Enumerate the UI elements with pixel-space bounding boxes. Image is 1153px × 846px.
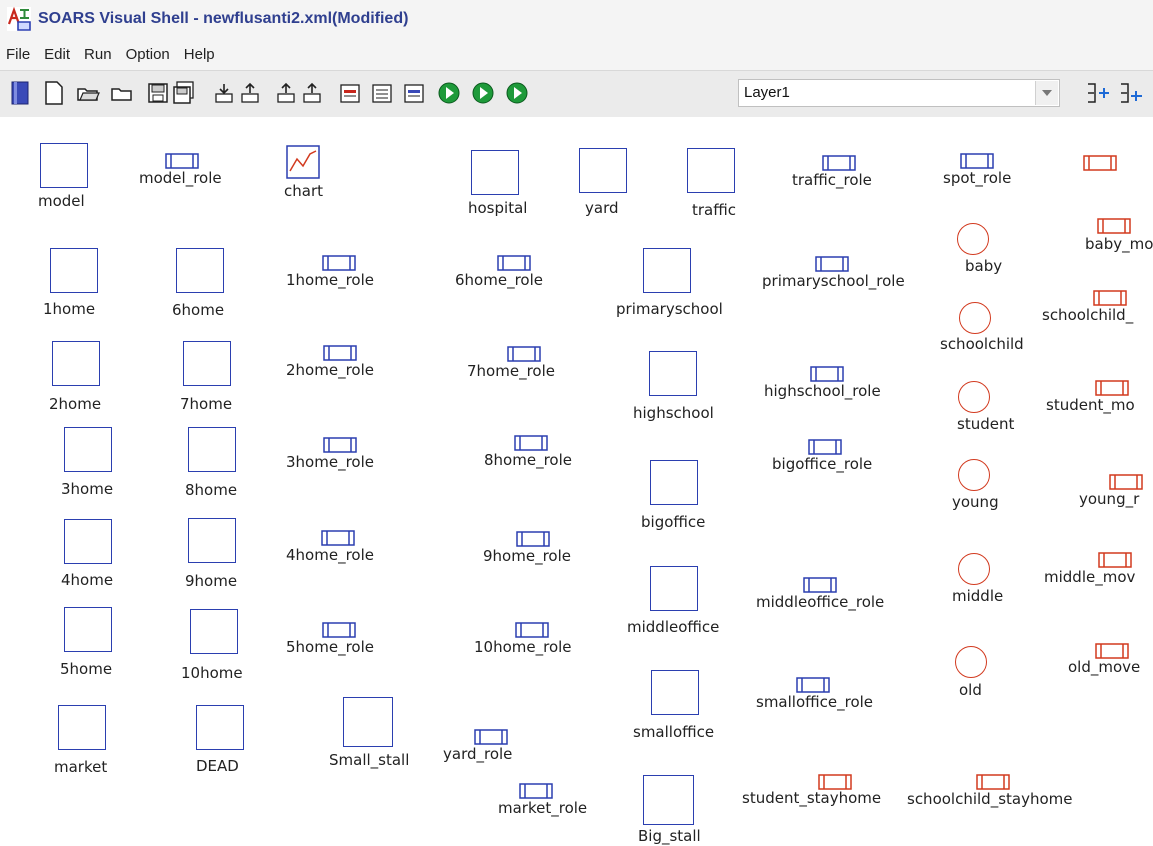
spot-icon <box>643 248 691 293</box>
role-icon <box>322 255 356 271</box>
role-icon <box>803 577 837 593</box>
role-icon <box>474 729 508 745</box>
agent-icon <box>959 302 991 334</box>
spot-icon <box>687 148 735 193</box>
spot-icon <box>343 697 393 747</box>
run-icon[interactable] <box>433 77 465 109</box>
spot-icon <box>64 607 112 652</box>
book-icon[interactable] <box>4 77 36 109</box>
role-icon <box>514 435 548 451</box>
agent-role-icon <box>818 774 852 790</box>
menu-option[interactable]: Option <box>124 46 172 63</box>
menu-run[interactable]: Run <box>82 46 114 63</box>
role-icon <box>165 153 199 169</box>
spot-icon <box>58 705 106 750</box>
agent-role-icon <box>1093 290 1127 306</box>
spot-icon <box>64 519 112 564</box>
spot-icon <box>50 248 98 293</box>
agent-role-icon <box>976 774 1010 790</box>
role-icon <box>808 439 842 455</box>
calendar-2-icon[interactable] <box>398 77 430 109</box>
menu-help[interactable]: Help <box>182 46 217 63</box>
run-2-icon[interactable] <box>467 77 499 109</box>
calendar-icon[interactable] <box>334 77 366 109</box>
role-icon <box>810 366 844 382</box>
layer-insert-icon[interactable] <box>1115 77 1147 109</box>
spot-icon <box>650 566 698 611</box>
spot-icon <box>650 460 698 505</box>
agent-icon <box>958 553 990 585</box>
agent-icon <box>957 223 989 255</box>
agent-role-icon <box>1083 155 1117 171</box>
chart-icon <box>286 145 320 179</box>
spot-icon <box>52 341 100 386</box>
model-canvas[interactable]: model model_role chart hospital yard tra… <box>0 117 1153 846</box>
role-icon <box>323 345 357 361</box>
role-icon <box>323 437 357 453</box>
agent-role-icon <box>1097 218 1131 234</box>
layer-add-icon[interactable] <box>1082 77 1114 109</box>
folder-icon[interactable] <box>106 77 138 109</box>
role-icon <box>321 530 355 546</box>
layer-select-value: Layer1 <box>744 84 790 101</box>
spot-icon <box>196 705 244 750</box>
spot-icon <box>190 609 238 654</box>
spot-icon <box>643 775 694 825</box>
agent-icon <box>955 646 987 678</box>
role-icon <box>796 677 830 693</box>
spot-icon <box>579 148 627 193</box>
spot-icon <box>64 427 112 472</box>
role-icon <box>515 622 549 638</box>
menu-edit[interactable]: Edit <box>42 46 72 63</box>
save-all-icon[interactable] <box>168 77 200 109</box>
menu-file[interactable]: File <box>4 46 32 63</box>
title-bar: SOARS Visual Shell - newflusanti2.xml(Mo… <box>0 0 1153 38</box>
role-icon <box>519 783 553 799</box>
run-3-icon[interactable] <box>501 77 533 109</box>
agent-role-icon <box>1095 643 1129 659</box>
app-icon <box>7 6 31 31</box>
spot-icon <box>176 248 224 293</box>
agent-icon <box>958 381 990 413</box>
role-icon <box>960 153 994 169</box>
layer-select[interactable]: Layer1 <box>738 79 1060 107</box>
spot-icon <box>649 351 697 396</box>
toolbar: Layer1 <box>0 70 1153 118</box>
menu-bar: File Edit Run Option Help <box>0 38 1153 70</box>
role-icon <box>815 256 849 272</box>
new-file-icon[interactable] <box>38 77 70 109</box>
agent-role-icon <box>1095 380 1129 396</box>
export-icon[interactable] <box>234 77 266 109</box>
agent-role-icon <box>1098 552 1132 568</box>
list-icon[interactable] <box>366 77 398 109</box>
agent-role-icon <box>1109 474 1143 490</box>
role-icon <box>516 531 550 547</box>
chevron-down-icon[interactable] <box>1035 81 1058 105</box>
spot-icon <box>471 150 519 195</box>
spot-icon <box>188 518 236 563</box>
spot-icon <box>183 341 231 386</box>
agent-icon <box>958 459 990 491</box>
role-icon <box>822 155 856 171</box>
spot-icon <box>651 670 699 715</box>
export-3-icon[interactable] <box>296 77 328 109</box>
role-icon <box>322 622 356 638</box>
window-title: SOARS Visual Shell - newflusanti2.xml(Mo… <box>38 10 409 27</box>
role-icon <box>507 346 541 362</box>
spot-icon <box>188 427 236 472</box>
role-icon <box>497 255 531 271</box>
spot-icon <box>40 143 88 188</box>
open-folder-icon[interactable] <box>72 77 104 109</box>
